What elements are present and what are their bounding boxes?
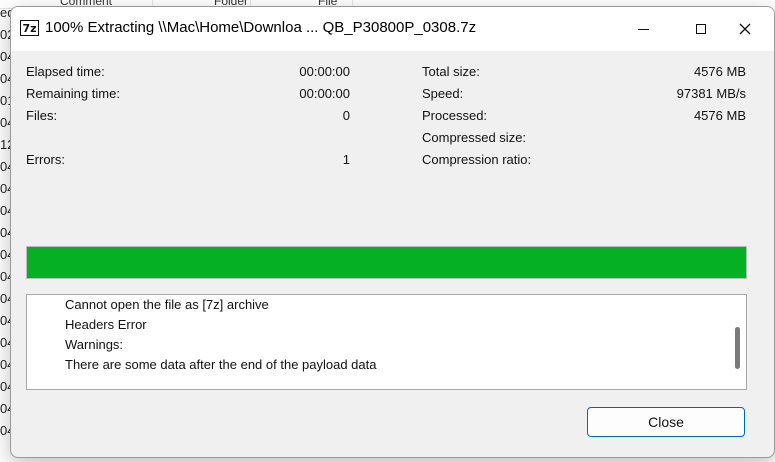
elapsed-time-label: Elapsed time: [26, 64, 105, 79]
maximize-icon [696, 24, 706, 34]
compressed-size-label: Compressed size: [422, 130, 527, 145]
window-title: 100% Extracting \\Mac\Home\Downloa ... Q… [45, 19, 477, 36]
message-log[interactable]: Cannot open the file as [7z] archive Hea… [26, 294, 747, 390]
processed-value: 4576 MB [693, 108, 746, 123]
progress-bar [26, 246, 747, 279]
compressed-size-value [606, 130, 746, 146]
log-scrollbar[interactable] [732, 297, 744, 387]
title-bar[interactable]: 7z 100% Extracting \\Mac\Home\Downloa ..… [11, 7, 774, 51]
speed-label: Speed: [422, 86, 464, 101]
minimize-button[interactable] [614, 7, 672, 51]
log-line: Cannot open the file as [7z] archive [65, 297, 269, 312]
close-window-button[interactable] [716, 7, 774, 51]
close-button[interactable]: Close [587, 407, 745, 437]
remaining-time-label: Remaining time: [26, 86, 120, 101]
log-line: There are some data after the end of the… [65, 357, 377, 372]
progress-bar-fill [27, 247, 746, 278]
processed-label: Processed: [422, 108, 488, 123]
7zip-app-icon: 7z [20, 20, 39, 36]
compression-ratio-value [606, 152, 746, 168]
close-icon [739, 23, 751, 35]
compression-ratio-label: Compression ratio: [422, 152, 532, 167]
log-line: Headers Error [65, 317, 147, 332]
log-line: Warnings: [65, 337, 124, 352]
extraction-dialog: 7z 100% Extracting \\Mac\Home\Downloa ..… [10, 6, 775, 458]
log-scrollbar-thumb[interactable] [735, 327, 740, 369]
files-label: Files: [26, 108, 58, 123]
errors-label: Errors: [26, 152, 65, 167]
elapsed-time-value: 00:00:00 [299, 64, 350, 79]
total-size-value: 4576 MB [693, 64, 746, 79]
remaining-time-value: 00:00:00 [299, 86, 350, 101]
errors-value: 1 [342, 152, 350, 167]
total-size-label: Total size: [422, 64, 480, 79]
speed-value: 97381 MB/s [676, 86, 746, 101]
minimize-icon [637, 28, 649, 30]
files-value: 0 [342, 108, 350, 123]
